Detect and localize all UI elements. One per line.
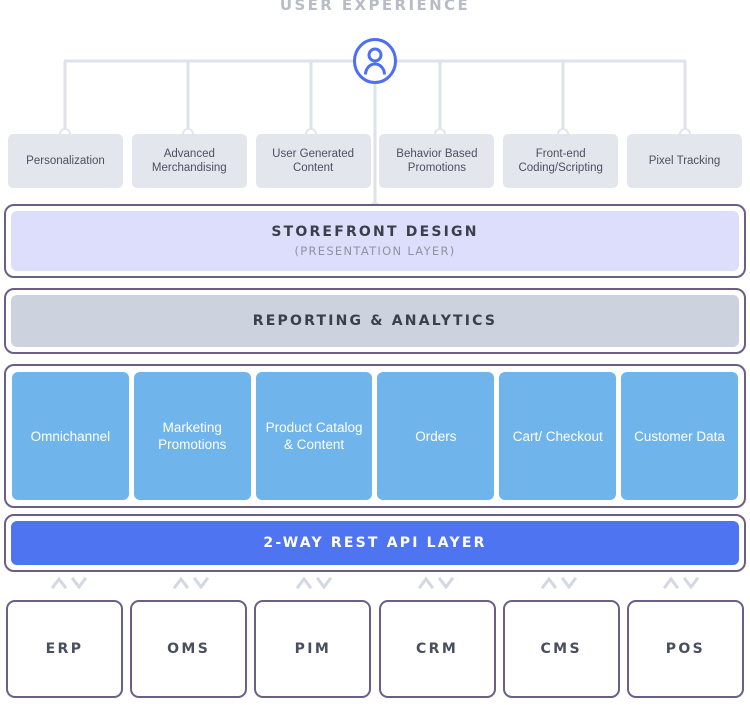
service-card-label: Customer Data [634, 428, 725, 444]
chevron-down-icon [438, 576, 455, 589]
ux-feature-row: Personalization Advanced Merchandising U… [8, 134, 742, 188]
arrow-pair [623, 572, 740, 592]
service-card[interactable]: Orders [377, 372, 495, 500]
ux-feature-box[interactable]: Advanced Merchandising [131, 134, 247, 188]
system-box-label: OMS [167, 641, 211, 657]
reporting-analytics-inner: REPORTING & ANALYTICS [11, 295, 739, 347]
ux-feature-label: Personalization [26, 155, 105, 167]
reporting-analytics-band[interactable]: REPORTING & ANALYTICS [4, 288, 746, 354]
system-box[interactable]: CRM [378, 600, 496, 698]
system-box[interactable]: POS [626, 600, 744, 698]
ux-feature-box[interactable]: Behavior Based Promotions [379, 134, 495, 188]
services-band: Omnichannel Marketing Promotions Product… [4, 364, 746, 508]
chevron-down-icon [683, 576, 700, 589]
chevron-down-icon [70, 576, 87, 589]
ux-feature-label: Front-end Coding/Scripting [518, 148, 603, 174]
service-card[interactable]: Cart/ Checkout [499, 372, 617, 500]
services-inner: Omnichannel Marketing Promotions Product… [12, 372, 738, 500]
system-box-label: POS [665, 641, 706, 657]
rest-api-inner: 2-WAY REST API LAYER [11, 521, 739, 565]
page-title: USER EXPERIENCE [279, 0, 471, 14]
system-box[interactable]: OMS [130, 600, 248, 698]
rest-api-title: 2-WAY REST API LAYER [263, 535, 487, 551]
system-box[interactable]: CMS [502, 600, 620, 698]
system-box[interactable]: PIM [254, 600, 372, 698]
service-card[interactable]: Omnichannel [12, 372, 129, 500]
arrow-pair [255, 572, 372, 592]
backend-systems-row: ERP OMS PIM CRM CMS POS [6, 600, 744, 698]
storefront-design-title: STOREFRONT DESIGN [271, 224, 479, 240]
service-card-label: Cart/ Checkout [512, 428, 603, 444]
service-card-label: Omnichannel [30, 428, 111, 444]
arrow-pair [500, 572, 617, 592]
service-card[interactable]: Marketing Promotions [133, 372, 251, 500]
reporting-analytics-title: REPORTING & ANALYTICS [252, 313, 498, 329]
ux-feature-label: Behavior Based Promotions [396, 148, 478, 174]
chevron-up-icon [50, 576, 67, 589]
ux-feature-label: User Generated Content [272, 148, 354, 174]
service-card[interactable]: Customer Data [621, 372, 738, 500]
ux-feature-box[interactable]: User Generated Content [255, 134, 371, 188]
arrow-pair [378, 572, 495, 592]
service-card-label: Marketing Promotions [158, 420, 227, 452]
chevron-up-icon [663, 576, 680, 589]
system-box-label: PIM [294, 641, 332, 657]
ux-feature-box[interactable]: Pixel Tracking [626, 134, 742, 188]
system-box-label: CMS [540, 641, 582, 657]
chevron-up-icon [540, 576, 557, 589]
system-box-label: ERP [45, 641, 84, 657]
bidirectional-arrows-row [10, 572, 740, 592]
chevron-up-icon [295, 576, 312, 589]
architecture-diagram: USER EXPERIENCE Personalization Advanced… [0, 0, 750, 705]
chevron-down-icon [193, 576, 210, 589]
arrow-pair [133, 572, 250, 592]
person-in-circle-icon [353, 38, 397, 84]
service-card-label: Product Catalog & Content [265, 420, 363, 452]
chevron-up-icon [418, 576, 435, 589]
system-box-label: CRM [415, 641, 459, 657]
ux-feature-box[interactable]: Front-end Coding/Scripting [503, 134, 619, 188]
storefront-design-band[interactable]: STOREFRONT DESIGN (PRESENTATION LAYER) [4, 204, 746, 278]
chevron-down-icon [560, 576, 577, 589]
chevron-down-icon [315, 576, 332, 589]
ux-feature-label: Advanced Merchandising [151, 148, 227, 174]
service-card-label: Orders [415, 428, 457, 444]
ux-feature-box[interactable]: Personalization [8, 134, 123, 188]
storefront-design-subtitle: (PRESENTATION LAYER) [294, 244, 456, 258]
rest-api-band[interactable]: 2-WAY REST API LAYER [4, 514, 746, 572]
arrow-pair [10, 572, 127, 592]
chevron-up-icon [173, 576, 190, 589]
ux-feature-label: Pixel Tracking [648, 155, 721, 167]
service-card[interactable]: Product Catalog & Content [255, 372, 373, 500]
storefront-design-inner: STOREFRONT DESIGN (PRESENTATION LAYER) [11, 211, 739, 271]
system-box[interactable]: ERP [6, 600, 123, 698]
